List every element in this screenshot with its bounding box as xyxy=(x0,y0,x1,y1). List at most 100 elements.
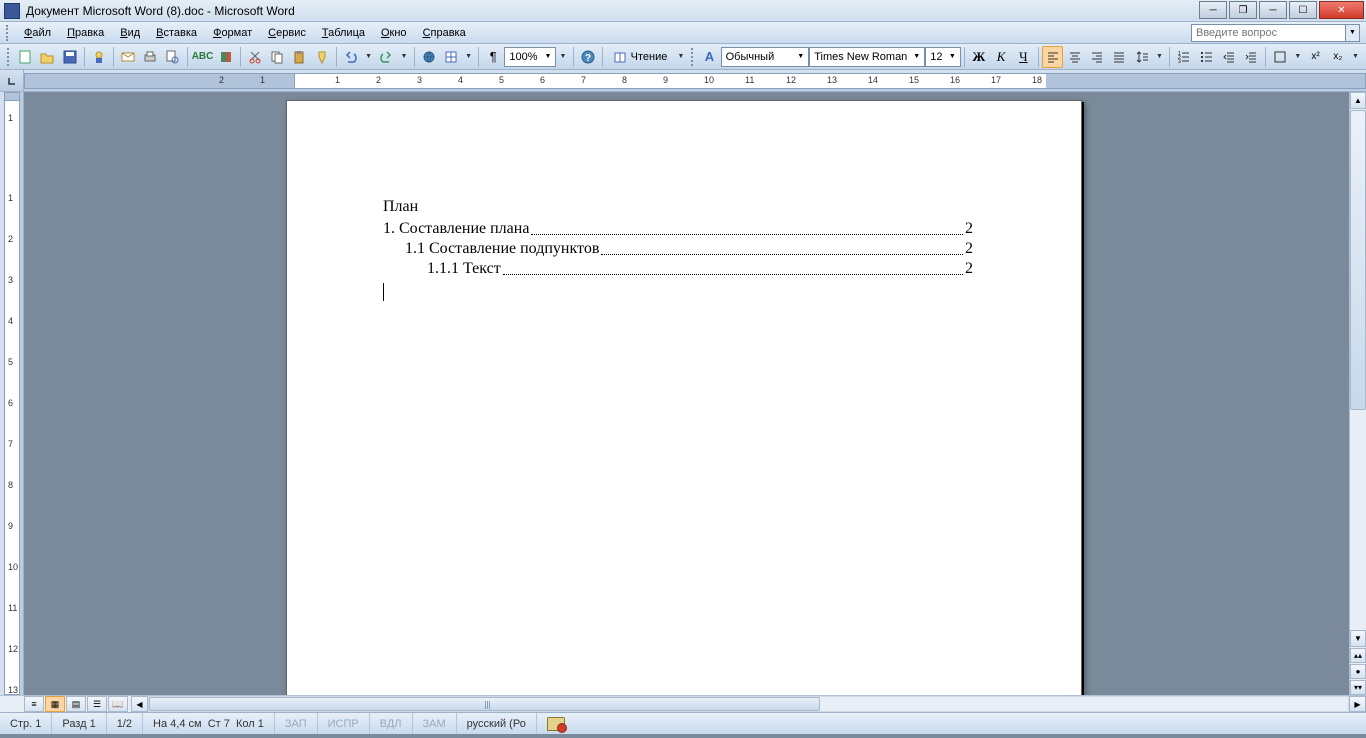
print-layout-button[interactable]: ▦ xyxy=(45,696,65,712)
status-spellcheck-icon[interactable] xyxy=(537,713,575,734)
status-page[interactable]: Стр. 1 xyxy=(0,713,52,734)
styles-pane-button[interactable]: A xyxy=(699,46,719,68)
status-ovr[interactable]: ЗАМ xyxy=(413,713,457,734)
toolbar-grip[interactable] xyxy=(6,25,10,41)
tables-borders-button[interactable] xyxy=(441,46,461,68)
increase-indent-button[interactable] xyxy=(1241,46,1261,68)
new-doc-button[interactable] xyxy=(15,46,35,68)
copy-button[interactable] xyxy=(267,46,287,68)
horizontal-ruler[interactable]: 21123456789101112131415161718 xyxy=(0,70,1366,92)
status-language[interactable]: русский (Ро xyxy=(457,713,537,734)
tab-selector[interactable] xyxy=(0,70,24,91)
format-painter-button[interactable] xyxy=(312,46,332,68)
hscroll-thumb[interactable] xyxy=(149,697,820,711)
menu-tools[interactable]: Сервис xyxy=(260,25,314,41)
show-formatting-button[interactable]: ¶ xyxy=(483,46,503,68)
bullet-list-button[interactable] xyxy=(1196,46,1216,68)
toolbar2-options[interactable]: ▼ xyxy=(1350,46,1361,68)
outline-view-button[interactable]: ☰ xyxy=(87,696,107,712)
toolbar-grip[interactable] xyxy=(7,48,11,66)
undo-dropdown[interactable]: ▼ xyxy=(363,46,374,68)
next-page-button[interactable]: ▾▾ xyxy=(1350,680,1366,695)
toolbar-options[interactable]: ▼ xyxy=(675,46,686,68)
borders-button[interactable] xyxy=(1270,46,1290,68)
vertical-ruler[interactable]: 112345678910111213 xyxy=(0,92,24,695)
document-area[interactable]: План 1. Составление плана 2 1.1 Составле… xyxy=(24,92,1366,695)
minimize2-button[interactable]: ─ xyxy=(1259,1,1287,19)
close-button[interactable]: ✕ xyxy=(1319,1,1364,19)
size-combo[interactable]: 12▼ xyxy=(925,47,961,67)
redo-button[interactable] xyxy=(376,46,396,68)
status-position[interactable]: На 4,4 см Ст 7 Кол 1 xyxy=(143,713,275,734)
horizontal-scrollbar[interactable]: ◀ ▶ xyxy=(131,696,1366,712)
prev-page-button[interactable]: ▴▴ xyxy=(1350,648,1366,663)
vertical-scrollbar[interactable]: ▲ ▼ ▴▴ ● ▾▾ xyxy=(1349,92,1366,695)
paste-button[interactable] xyxy=(289,46,309,68)
borders-dropdown[interactable]: ▼ xyxy=(1292,46,1303,68)
style-combo[interactable]: Обычный▼ xyxy=(721,47,810,67)
status-section[interactable]: Разд 1 xyxy=(52,713,106,734)
zoom-value: 100% xyxy=(509,51,537,63)
scroll-thumb[interactable] xyxy=(1350,110,1366,410)
help-search-input[interactable] xyxy=(1191,24,1346,42)
help-search-dropdown[interactable]: ▼ xyxy=(1346,24,1360,42)
subscript-button[interactable]: x₂ xyxy=(1328,46,1348,68)
menu-insert[interactable]: Вставка xyxy=(148,25,205,41)
align-center-button[interactable] xyxy=(1065,46,1085,68)
research-button[interactable] xyxy=(216,46,236,68)
align-right-button[interactable] xyxy=(1087,46,1107,68)
browse-object-button[interactable]: ● xyxy=(1350,664,1366,679)
status-trk[interactable]: ИСПР xyxy=(318,713,370,734)
italic-button[interactable]: К xyxy=(991,46,1011,68)
hyperlink-button[interactable] xyxy=(418,46,438,68)
underline-button[interactable]: Ч xyxy=(1013,46,1033,68)
titlebar: Документ Microsoft Word (8).doc - Micros… xyxy=(0,0,1366,22)
open-button[interactable] xyxy=(37,46,57,68)
bold-button[interactable]: Ж xyxy=(969,46,989,68)
reading-view-button[interactable]: 📖 xyxy=(108,696,128,712)
menu-format[interactable]: Формат xyxy=(205,25,260,41)
restore-button[interactable]: ❐ xyxy=(1229,1,1257,19)
undo-button[interactable] xyxy=(341,46,361,68)
status-rec[interactable]: ЗАП xyxy=(275,713,318,734)
normal-view-button[interactable]: ≡ xyxy=(24,696,44,712)
superscript-button[interactable]: x² xyxy=(1305,46,1325,68)
menu-view[interactable]: Вид xyxy=(112,25,148,41)
scroll-down-button[interactable]: ▼ xyxy=(1350,630,1366,647)
permission-button[interactable] xyxy=(89,46,109,68)
page-content[interactable]: План 1. Составление плана 2 1.1 Составле… xyxy=(287,101,1081,307)
tables-dropdown[interactable]: ▼ xyxy=(463,46,474,68)
print-preview-button[interactable] xyxy=(162,46,182,68)
status-ext[interactable]: ВДЛ xyxy=(370,713,413,734)
reading-mode-button[interactable]: Чтение xyxy=(606,46,675,68)
minimize-button[interactable]: ─ xyxy=(1199,1,1227,19)
zoom-combo[interactable]: 100%▼ xyxy=(504,47,556,67)
font-combo[interactable]: Times New Roman▼ xyxy=(809,47,925,67)
redo-dropdown[interactable]: ▼ xyxy=(398,46,409,68)
status-pages[interactable]: 1/2 xyxy=(107,713,143,734)
maximize-button[interactable]: ☐ xyxy=(1289,1,1317,19)
menu-file[interactable]: Файл xyxy=(16,25,59,41)
numbered-list-button[interactable]: 123 xyxy=(1174,46,1194,68)
cut-button[interactable] xyxy=(245,46,265,68)
align-justify-button[interactable] xyxy=(1109,46,1129,68)
line-spacing-dropdown[interactable]: ▼ xyxy=(1154,46,1165,68)
menu-edit[interactable]: Правка xyxy=(59,25,112,41)
scroll-up-button[interactable]: ▲ xyxy=(1350,92,1366,109)
menu-help[interactable]: Справка xyxy=(415,25,474,41)
line-spacing-button[interactable] xyxy=(1132,46,1152,68)
menu-table[interactable]: Таблица xyxy=(314,25,373,41)
scroll-right-button[interactable]: ▶ xyxy=(1349,696,1366,712)
scroll-left-button[interactable]: ◀ xyxy=(131,696,148,712)
menu-window[interactable]: Окно xyxy=(373,25,415,41)
web-layout-button[interactable]: ▤ xyxy=(66,696,86,712)
save-button[interactable] xyxy=(59,46,79,68)
help-button[interactable]: ? xyxy=(577,46,597,68)
align-left-button[interactable] xyxy=(1042,46,1062,68)
email-button[interactable] xyxy=(118,46,138,68)
print-button[interactable] xyxy=(140,46,160,68)
spellcheck-button[interactable]: ABC xyxy=(192,46,214,68)
toolbar-grip[interactable] xyxy=(691,48,695,66)
zoom-dropdown[interactable]: ▼ xyxy=(557,46,568,68)
decrease-indent-button[interactable] xyxy=(1218,46,1238,68)
